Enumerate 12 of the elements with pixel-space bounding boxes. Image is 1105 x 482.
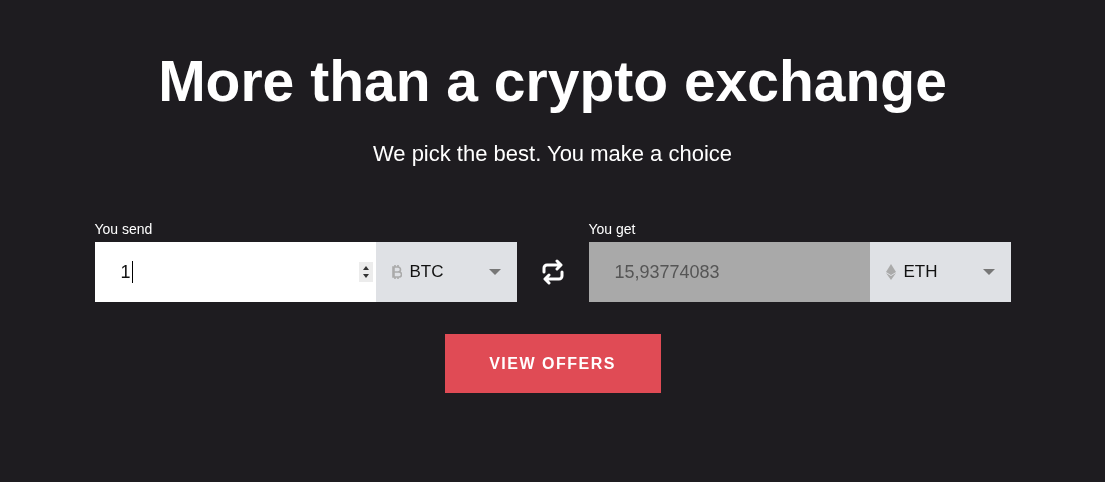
dropdown-caret-icon — [488, 269, 501, 275]
field-label: You send — [94, 220, 154, 238]
currency-select[interactable]: BTC — [375, 242, 517, 302]
field-label: You get — [588, 220, 637, 238]
page-title: More than a crypto exchange — [158, 48, 947, 115]
view-offers-button[interactable]: VIEW OFFERS — [444, 334, 661, 393]
amount-field[interactable]: 1 — [94, 242, 376, 302]
bitcoin-icon — [391, 265, 402, 279]
dropdown-caret-icon — [982, 269, 995, 275]
spinner-icon[interactable] — [358, 262, 373, 282]
ethereum-icon — [885, 264, 896, 280]
page-subtitle: We pick the best. You make a choice — [372, 140, 733, 168]
